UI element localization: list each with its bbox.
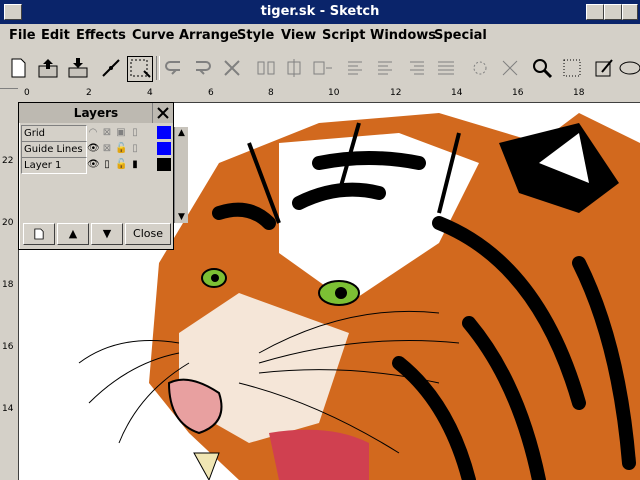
ruler-label: 16 bbox=[512, 88, 524, 98]
pen-icon[interactable] bbox=[592, 56, 616, 80]
move-layer-down-button[interactable]: ▼ bbox=[91, 223, 123, 245]
new-page-icon bbox=[34, 228, 44, 240]
text-curve-icon[interactable] bbox=[374, 56, 398, 80]
delete-icon[interactable] bbox=[220, 56, 244, 80]
toolbar-separator bbox=[156, 56, 160, 80]
layer-color-swatch[interactable] bbox=[157, 126, 171, 139]
layer-color-swatch[interactable] bbox=[157, 142, 171, 155]
select-icon[interactable] bbox=[127, 56, 153, 82]
layer-row-layer-1[interactable]: Layer 1 👁 ▯ 🔓 ▮ bbox=[21, 157, 171, 174]
ellipse-icon[interactable] bbox=[618, 56, 640, 80]
menu-special[interactable]: Special bbox=[434, 24, 487, 48]
align-center-icon[interactable] bbox=[282, 56, 306, 80]
layer-name: Layer 1 bbox=[21, 157, 87, 174]
window-menu-button[interactable] bbox=[4, 4, 22, 20]
toolbar bbox=[0, 48, 640, 89]
ruler-label: 12 bbox=[390, 88, 402, 98]
ruler-label: 20 bbox=[2, 218, 14, 228]
text-justify-icon[interactable] bbox=[434, 56, 458, 80]
zoom-icon[interactable] bbox=[530, 56, 554, 80]
ruler-label: 18 bbox=[573, 88, 585, 98]
ruler-label: 14 bbox=[2, 404, 14, 414]
layer-name: Grid bbox=[21, 125, 87, 142]
lock-icon[interactable]: ▣ bbox=[115, 126, 127, 139]
horizontal-ruler: 0 2 4 6 8 10 12 14 16 18 bbox=[18, 88, 640, 103]
new-icon[interactable] bbox=[6, 56, 30, 80]
ruler-label: 6 bbox=[208, 88, 214, 98]
printable-icon[interactable]: ⊠ bbox=[101, 126, 113, 139]
window-title: tiger.sk - Sketch bbox=[260, 4, 380, 19]
group-icon[interactable] bbox=[468, 56, 492, 80]
ruler-label: 18 bbox=[2, 280, 14, 290]
grid-icon[interactable] bbox=[560, 56, 584, 80]
menu-windows[interactable]: Windows bbox=[370, 24, 436, 48]
menu-edit[interactable]: Edit bbox=[41, 24, 70, 48]
close-window-button[interactable] bbox=[622, 4, 638, 20]
open-icon[interactable] bbox=[36, 56, 60, 80]
menu-bar: File Edit Effects Curve Arrange Style Vi… bbox=[0, 24, 640, 48]
layer-row-guide-lines[interactable]: Guide Lines 👁 ⊠ 🔓 ▯ bbox=[21, 141, 171, 158]
text-left-icon[interactable] bbox=[344, 56, 368, 80]
outline-icon[interactable]: ▮ bbox=[129, 158, 141, 171]
edit-icon[interactable] bbox=[99, 56, 123, 80]
ungroup-icon[interactable] bbox=[498, 56, 522, 80]
arrow-up-icon: ▲ bbox=[68, 227, 78, 240]
outline-icon[interactable]: ▯ bbox=[129, 126, 141, 139]
outline-icon[interactable]: ▯ bbox=[129, 142, 141, 155]
save-icon[interactable] bbox=[66, 56, 90, 80]
menu-style[interactable]: Style bbox=[237, 24, 274, 48]
menu-script[interactable]: Script bbox=[322, 24, 365, 48]
scroll-up-icon[interactable]: ▲ bbox=[175, 127, 188, 139]
layers-scrollbar[interactable]: ▲ ▼ bbox=[174, 127, 188, 223]
ruler-label: 0 bbox=[24, 88, 30, 98]
maximize-button[interactable] bbox=[604, 4, 622, 20]
align-icon[interactable] bbox=[254, 56, 278, 80]
align-right-icon[interactable] bbox=[310, 56, 334, 80]
visibility-icon[interactable]: 👁 bbox=[87, 142, 100, 155]
printable-icon[interactable]: ▯ bbox=[101, 158, 113, 171]
layer-name: Guide Lines bbox=[21, 141, 87, 158]
menu-arrange[interactable]: Arrange bbox=[179, 24, 238, 48]
layer-row-grid[interactable]: Grid ◠ ⊠ ▣ ▯ bbox=[21, 125, 171, 142]
layer-color-swatch[interactable] bbox=[157, 158, 171, 171]
title-bar: tiger.sk - Sketch bbox=[0, 0, 640, 24]
visibility-icon[interactable]: 👁 bbox=[87, 158, 100, 171]
menu-view[interactable]: View bbox=[281, 24, 316, 48]
ruler-label: 10 bbox=[328, 88, 340, 98]
vertical-ruler: 22 20 18 16 14 bbox=[0, 102, 19, 480]
layers-panel: Layers Grid ◠ ⊠ ▣ ▯ Guide Lines 👁 ⊠ 🔓 ▯ … bbox=[18, 102, 188, 250]
ruler-label: 2 bbox=[86, 88, 92, 98]
arrow-down-icon: ▼ bbox=[102, 227, 112, 240]
ruler-label: 22 bbox=[2, 156, 14, 166]
redo-icon[interactable] bbox=[190, 56, 214, 80]
scroll-down-icon[interactable]: ▼ bbox=[175, 211, 188, 223]
undo-icon[interactable] bbox=[162, 56, 186, 80]
ruler-label: 16 bbox=[2, 342, 14, 352]
close-button[interactable]: Close bbox=[125, 223, 171, 245]
ruler-label: 4 bbox=[147, 88, 153, 98]
menu-curve[interactable]: Curve bbox=[132, 24, 175, 48]
visibility-icon[interactable]: ◠ bbox=[87, 126, 99, 139]
lock-icon[interactable]: 🔓 bbox=[115, 158, 127, 171]
lock-icon[interactable]: 🔓 bbox=[115, 142, 127, 155]
menu-file[interactable]: File bbox=[9, 24, 36, 48]
close-icon[interactable] bbox=[152, 103, 173, 123]
layers-panel-title: Layers bbox=[19, 103, 173, 123]
printable-icon[interactable]: ⊠ bbox=[101, 142, 113, 155]
move-layer-up-button[interactable]: ▲ bbox=[57, 223, 89, 245]
text-right-icon[interactable] bbox=[404, 56, 428, 80]
new-layer-button[interactable] bbox=[23, 223, 55, 245]
menu-effects[interactable]: Effects bbox=[76, 24, 126, 48]
ruler-label: 8 bbox=[268, 88, 274, 98]
minimize-button[interactable] bbox=[586, 4, 604, 20]
ruler-label: 14 bbox=[451, 88, 463, 98]
